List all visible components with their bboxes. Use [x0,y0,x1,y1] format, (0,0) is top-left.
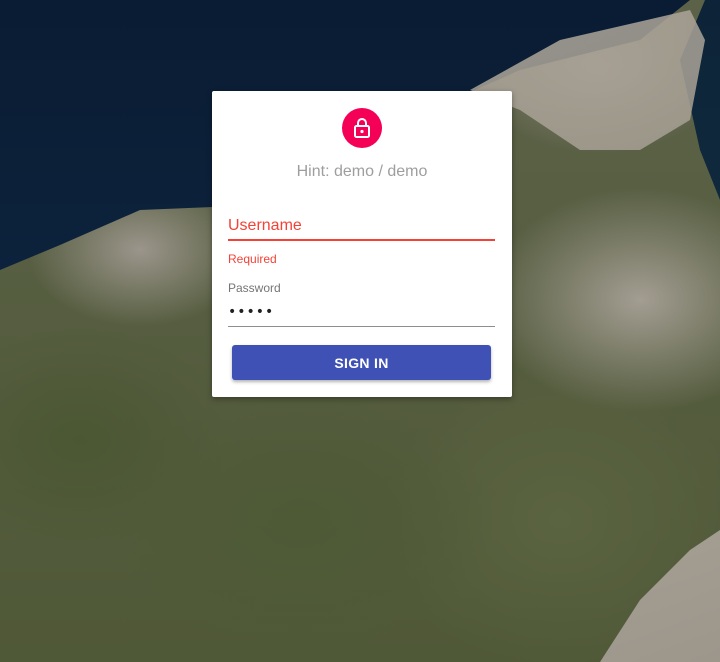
lock-icon [354,118,370,138]
login-hint: Hint: demo / demo [296,163,428,180]
sign-in-button[interactable]: SIGN IN [232,345,491,380]
username-field [228,211,495,241]
password-input[interactable] [228,299,495,327]
username-error-text: Required [228,252,277,266]
avatar [342,108,382,148]
login-card: Hint: demo / demo Required Password SIGN… [212,91,512,397]
username-input[interactable] [228,211,495,241]
password-label: Password [228,281,281,295]
